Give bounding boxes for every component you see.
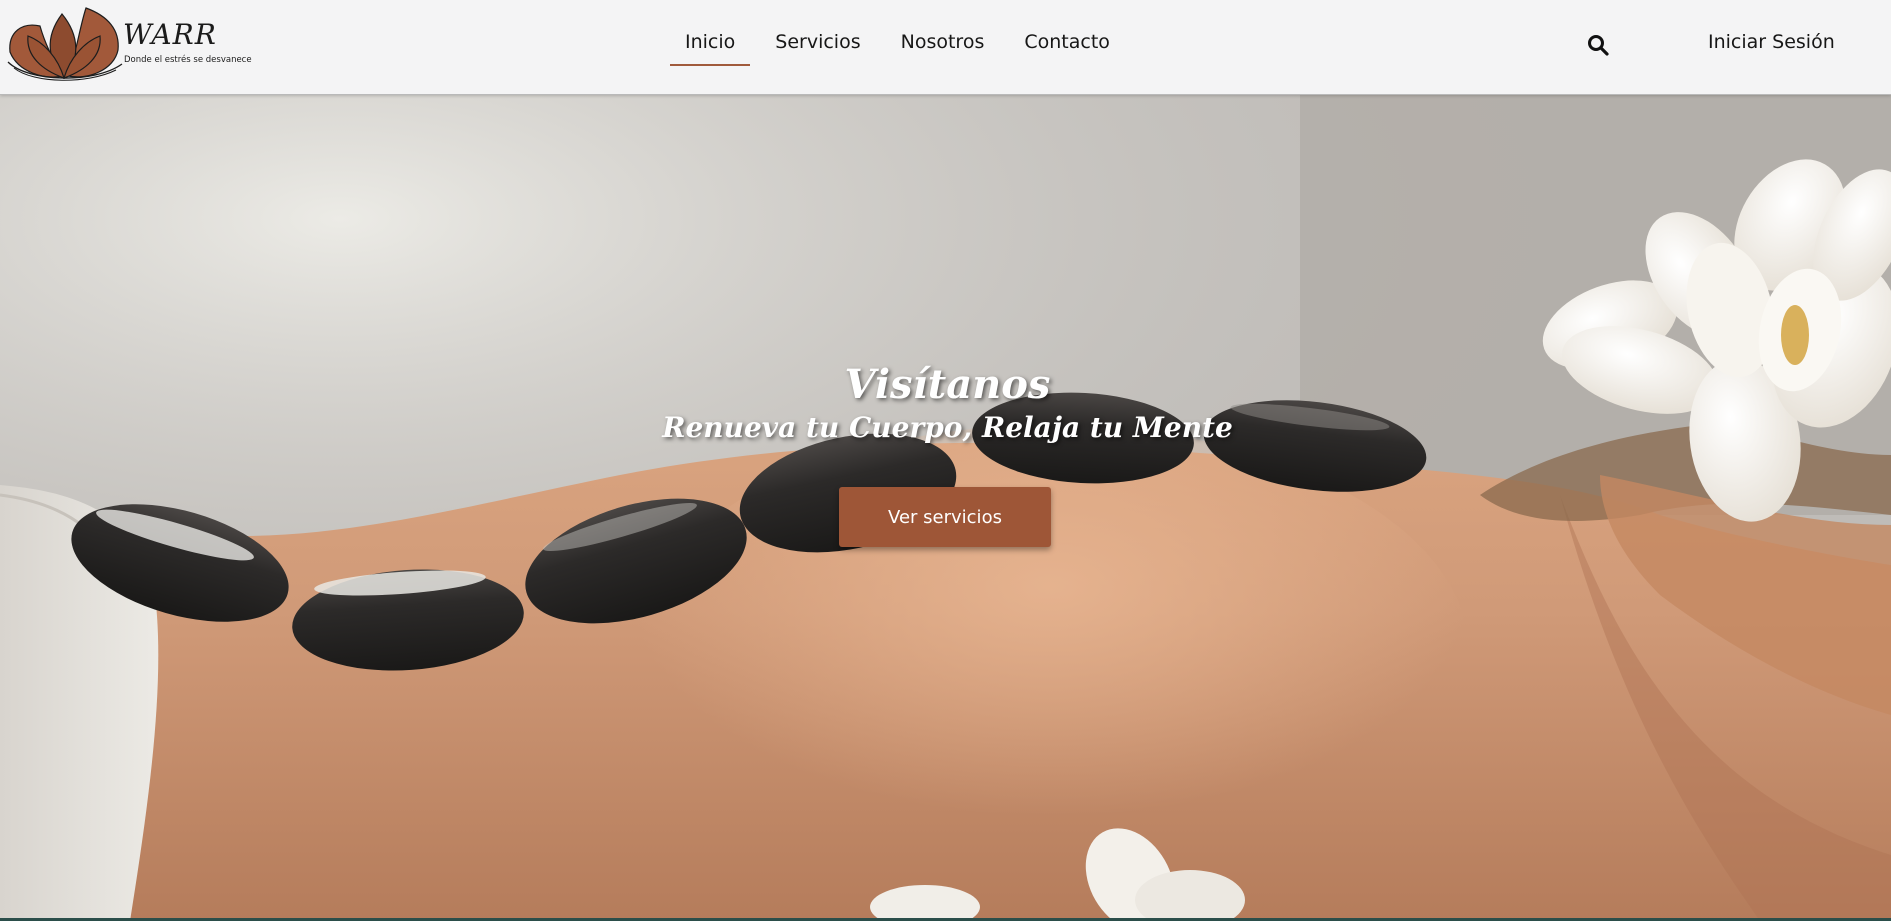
lotus-icon xyxy=(7,7,123,81)
nav-item-nosotros[interactable]: Nosotros xyxy=(886,22,1000,66)
search-button[interactable] xyxy=(1586,33,1610,57)
brand-logo[interactable]: WARR Donde el estrés se desvanece xyxy=(4,2,252,84)
search-icon xyxy=(1588,35,1609,56)
nav-item-inicio[interactable]: Inicio xyxy=(670,22,751,66)
hero-subtitle: Renueva tu Cuerpo, Relaja tu Mente xyxy=(662,411,1233,444)
brand-tagline: Donde el estrés se desvanece xyxy=(124,55,252,65)
hero-title: Visítanos xyxy=(844,361,1051,408)
brand-name: WARR xyxy=(123,18,217,51)
site-header: WARR Donde el estrés se desvanece Inicio… xyxy=(0,0,1891,95)
view-services-button[interactable]: Ver servicios xyxy=(839,487,1051,547)
nav-item-servicios[interactable]: Servicios xyxy=(760,22,875,66)
hero-section: Visítanos Renueva tu Cuerpo, Relaja tu M… xyxy=(0,95,1891,921)
login-button[interactable]: Iniciar Sesión xyxy=(1708,31,1835,53)
nav-item-contacto[interactable]: Contacto xyxy=(1009,22,1125,66)
main-nav: Inicio Servicios Nosotros Contacto xyxy=(670,22,1135,66)
